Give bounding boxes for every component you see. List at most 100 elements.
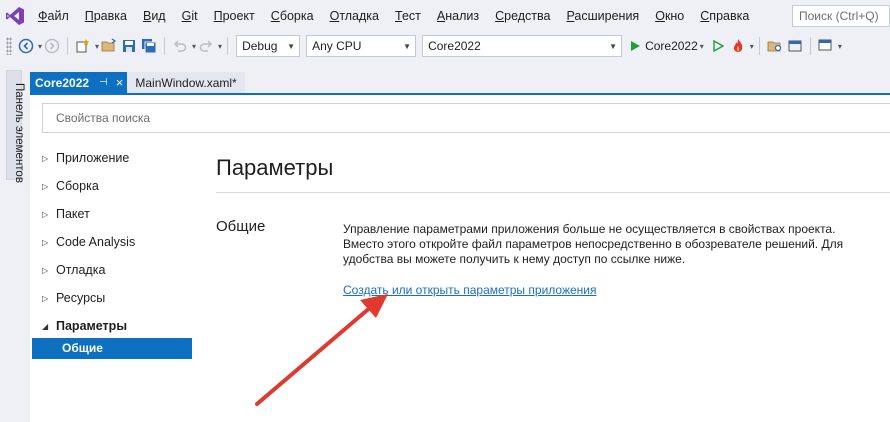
menu-bar: Файл Правка Вид Git Проект Сборка Отладка Тест А… xyxy=(0,0,890,32)
nav-item[interactable]: ▷ Code Analysis xyxy=(30,228,200,256)
platform-select[interactable]: Any CPU ▼ xyxy=(306,35,417,57)
save-all-button[interactable] xyxy=(140,35,158,57)
visual-studio-logo-icon[interactable] xyxy=(0,0,30,32)
tab-mainwindow-label: MainWindow.xaml* xyxy=(135,75,237,90)
collapsed-triangle-icon[interactable]: ▷ xyxy=(42,266,56,275)
menu-item[interactable]: Отладка xyxy=(322,0,387,32)
nav-item[interactable]: ◢ Параметры xyxy=(30,312,200,340)
new-project-button[interactable] xyxy=(74,35,92,57)
flame-icon xyxy=(733,39,743,52)
back-dropdown-icon[interactable]: ▾ xyxy=(38,42,42,51)
section-description: Управление параметрами приложения больше… xyxy=(343,222,844,266)
platform-value: Any CPU xyxy=(312,39,362,53)
collapsed-triangle-icon[interactable]: ▷ xyxy=(42,154,56,163)
nav-item-label: Параметры xyxy=(56,319,127,333)
title-divider xyxy=(216,192,890,193)
section-label: Общие xyxy=(216,218,266,235)
configuration-select[interactable]: Debug ▼ xyxy=(236,35,301,57)
run-target-label: Core2022 xyxy=(645,39,698,53)
nav-item-label: Пакет xyxy=(56,207,90,221)
tab-core2022[interactable]: Core2022 ⊣ × xyxy=(30,72,128,93)
menu-item-label: роект xyxy=(222,9,255,23)
hot-reload-button[interactable] xyxy=(729,35,747,57)
menu-item-accesskey: С xyxy=(700,9,710,23)
redo-button[interactable] xyxy=(197,35,215,57)
new-dropdown-icon[interactable]: ▾ xyxy=(95,42,99,51)
startup-project-value: Core2022 xyxy=(428,39,481,53)
property-search-input[interactable]: Свойства поиска xyxy=(42,103,890,133)
browse-button[interactable] xyxy=(766,35,784,57)
startup-project-select[interactable]: Core2022 ▼ xyxy=(422,35,623,57)
menu-item[interactable]: Правка xyxy=(77,0,135,32)
nav-item-label: Отладка xyxy=(56,263,106,277)
menu-item-label: борка xyxy=(279,9,314,23)
collapsed-triangle-icon[interactable]: ▷ xyxy=(42,294,56,303)
menu-item[interactable]: Окно xyxy=(647,0,692,32)
menu-item[interactable]: Файл xyxy=(30,0,77,32)
menu-item[interactable]: Сборка xyxy=(263,0,322,32)
menu-item-accesskey: Ф xyxy=(38,9,48,23)
global-search-input[interactable]: Поиск (Ctrl+Q) xyxy=(792,5,890,27)
nav-item[interactable]: ▷ Пакет xyxy=(30,200,200,228)
back-button[interactable] xyxy=(17,35,35,57)
nav-item[interactable]: ▷ Отладка xyxy=(30,256,200,284)
menu-item[interactable]: Справка xyxy=(692,0,757,32)
toolbar-grip[interactable] xyxy=(6,37,12,55)
menu-item[interactable]: Проект xyxy=(206,0,263,32)
menu-item-label: нализ xyxy=(445,9,480,23)
menu-item[interactable]: Анализ xyxy=(429,0,487,32)
menu-item[interactable]: Git xyxy=(174,0,206,32)
toolbox-tab[interactable]: Панель элементов xyxy=(6,70,25,183)
toolbar-separator xyxy=(809,37,811,55)
menu-item-accesskey: П xyxy=(213,9,223,23)
undo-icon xyxy=(173,40,187,52)
redo-dropdown-icon[interactable]: ▾ xyxy=(218,42,222,51)
nav-item[interactable]: ▷ Приложение xyxy=(30,144,200,172)
menu-item-accesskey: С xyxy=(495,9,505,23)
menu-item-label: равка xyxy=(93,9,127,23)
nav-item[interactable]: ▷ Сборка xyxy=(30,172,200,200)
collapsed-triangle-icon[interactable]: ▷ xyxy=(42,182,56,191)
menu-item-label: кно xyxy=(664,9,685,23)
layout-dropdown-icon[interactable]: ▾ xyxy=(838,42,842,51)
forward-button[interactable] xyxy=(43,35,61,57)
redo-icon xyxy=(199,40,213,52)
collapsed-triangle-icon[interactable]: ▷ xyxy=(42,210,56,219)
pin-icon[interactable]: ⊣ xyxy=(99,77,108,88)
save-all-icon xyxy=(142,39,157,54)
forward-arrow-icon xyxy=(44,38,60,54)
play-outline-icon xyxy=(713,40,724,52)
window-layout-icon xyxy=(818,39,832,51)
nav-item-label: Code Analysis xyxy=(56,235,136,249)
undo-button[interactable] xyxy=(171,35,189,57)
nav-item-label: Приложение xyxy=(56,151,130,165)
open-settings-link[interactable]: Создать или открыть параметры приложения xyxy=(343,283,596,297)
menu-item-accesskey: О xyxy=(329,9,340,23)
menu-item-label: айл xyxy=(47,9,69,23)
start-without-debugging-button[interactable] xyxy=(709,35,727,57)
save-icon xyxy=(123,40,136,52)
extra-toolbar-button[interactable] xyxy=(786,35,804,57)
menu-item-label: редства xyxy=(504,9,551,23)
hot-reload-dropdown-icon[interactable]: ▾ xyxy=(750,42,754,51)
collapsed-triangle-icon[interactable]: ▷ xyxy=(42,238,56,247)
menu-item[interactable]: Расширения xyxy=(558,0,647,32)
menu-item[interactable]: Тест xyxy=(387,0,429,32)
nav-item[interactable]: ▷ Ресурсы xyxy=(30,284,200,312)
open-file-button[interactable] xyxy=(100,35,118,57)
menu-item[interactable]: Средства xyxy=(487,0,558,32)
tab-mainwindow-xaml[interactable]: MainWindow.xaml* xyxy=(127,72,245,93)
menu-item-label: ид xyxy=(151,9,166,23)
nav-item-general[interactable]: Общие xyxy=(32,338,192,359)
properties-nav: ▷ Приложение ▷ Сборка ▷ Пакет ▷ Code Analysis ▷ О… xyxy=(30,144,200,340)
close-icon[interactable]: × xyxy=(116,75,124,90)
expanded-triangle-icon[interactable]: ◢ xyxy=(42,322,56,331)
start-debugging-button[interactable]: Core2022 ▾ xyxy=(625,35,708,57)
undo-dropdown-icon[interactable]: ▾ xyxy=(192,42,196,51)
open-folder-icon xyxy=(101,38,117,52)
window-layout-button[interactable] xyxy=(817,35,835,57)
menu-item-label: правка xyxy=(709,9,750,23)
menu-item[interactable]: Вид xyxy=(135,0,174,32)
save-button[interactable] xyxy=(120,35,138,57)
page-title: Параметры xyxy=(216,155,334,180)
